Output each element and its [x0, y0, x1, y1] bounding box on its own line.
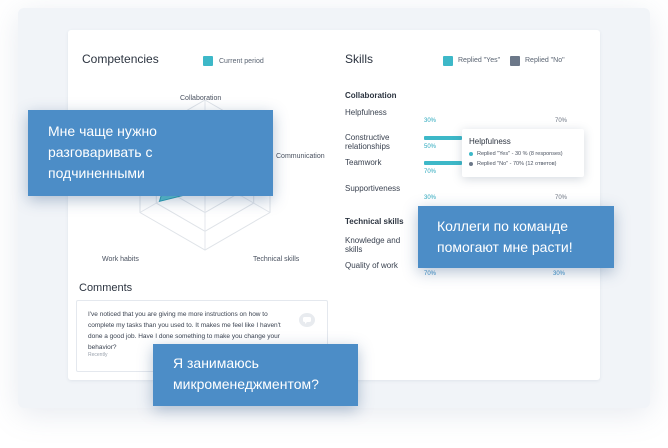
- supportiveness-no-pct: 70%: [555, 195, 568, 201]
- skill-label-teamwork: Teamwork: [345, 158, 382, 167]
- replied-no-swatch: [510, 56, 520, 66]
- replied-yes-label: Replied "Yes": [458, 57, 501, 64]
- comment-bubble-icon[interactable]: [299, 313, 315, 327]
- callout-right: Коллеги по команде помогают мне расти!: [418, 206, 614, 268]
- callout-left-line-2: разговаривать с: [48, 144, 153, 160]
- radar-axis-collaboration: Collaboration: [180, 95, 222, 102]
- callout-right-line-1: Коллеги по команде: [437, 218, 568, 234]
- tooltip-no-line: Replied "No" - 70% (12 ответов): [469, 161, 556, 167]
- skill-label-supportiveness: Supportiveness: [345, 184, 401, 193]
- constructive-relationships-yes-pct: 50%: [424, 144, 437, 150]
- skill-label-constructive-relationships: Constructive relationships: [345, 133, 390, 151]
- callout-left: Мне чаще нужно разговаривать с подчиненн…: [28, 110, 273, 196]
- teamwork-yes-bar[interactable]: [424, 161, 462, 165]
- quality-of-work-yes-pct: 70%: [424, 271, 437, 277]
- replied-no-label: Replied "No": [525, 57, 565, 64]
- no-dot-icon: [469, 161, 473, 166]
- radar-axis-technical-skills: Technical skills: [253, 256, 300, 263]
- tooltip-title: Helpfulness: [469, 137, 511, 146]
- callout-bottom: Я занимаюсь микроменеджментом?: [153, 344, 358, 406]
- supportiveness-yes-pct: 30%: [424, 195, 437, 201]
- radar-axis-work-habits: Work habits: [102, 256, 139, 263]
- skills-group-collaboration: Collaboration: [345, 91, 397, 100]
- callout-left-line-3: подчиненными: [48, 165, 145, 181]
- competencies-title: Competencies: [82, 52, 159, 66]
- yes-dot-icon: [469, 151, 473, 156]
- replied-yes-swatch: [443, 56, 453, 66]
- helpfulness-yes-pct: 30%: [424, 118, 437, 124]
- skill-label-quality-of-work: Quality of work: [345, 261, 398, 270]
- comments-title: Comments: [79, 282, 133, 294]
- skills-group-technical: Technical skills: [345, 217, 404, 226]
- quality-of-work-no-pct: 30%: [553, 271, 566, 277]
- tooltip-yes-line: Replied "Yes" - 30 % (8 responses): [469, 151, 563, 157]
- helpfulness-tooltip: Helpfulness Replied "Yes" - 30 % (8 resp…: [462, 129, 584, 177]
- radar-axis-communication: Communication: [276, 153, 325, 160]
- current-period-swatch: [203, 56, 213, 66]
- current-period-label: Current period: [219, 58, 264, 65]
- helpfulness-no-pct: 70%: [555, 118, 568, 124]
- teamwork-yes-pct: 70%: [424, 169, 437, 175]
- callout-left-line-1: Мне чаще нужно: [48, 123, 157, 139]
- callout-right-line-2: помогают мне расти!: [437, 239, 573, 255]
- skill-label-knowledge-and-skills: Knowledge and skills: [345, 236, 401, 254]
- callout-bottom-line-1: Я занимаюсь: [173, 355, 259, 371]
- skill-label-helpfulness: Helpfulness: [345, 108, 387, 117]
- constructive-relationships-yes-bar[interactable]: [424, 136, 462, 140]
- skills-title: Skills: [345, 52, 374, 66]
- comment-time: Recently: [88, 352, 108, 358]
- callout-bottom-line-2: микроменеджментом?: [173, 376, 319, 392]
